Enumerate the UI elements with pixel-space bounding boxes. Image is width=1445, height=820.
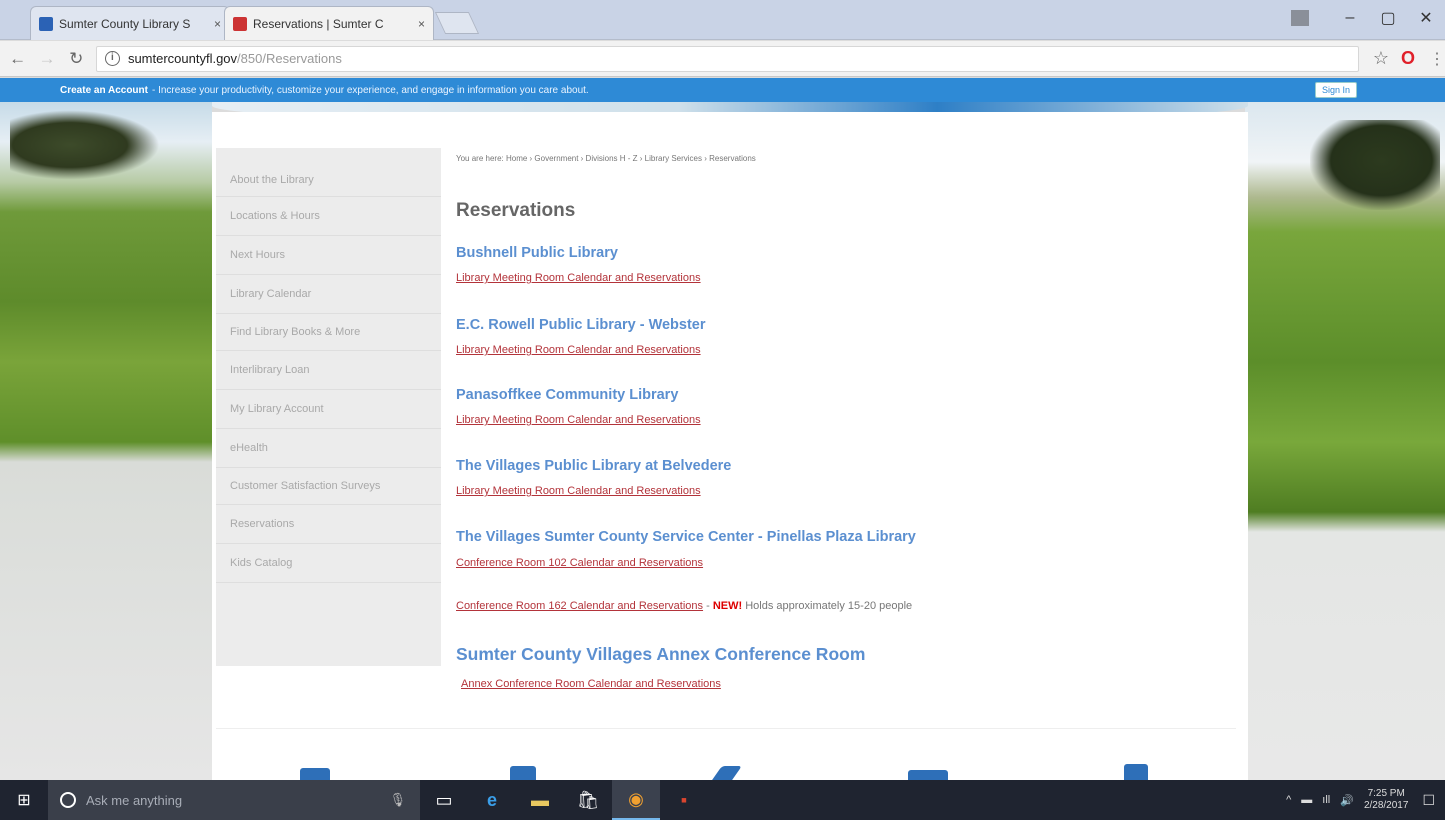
page-title: Reservations (456, 200, 576, 221)
ec-rowell-reservations-link[interactable]: Library Meeting Room Calendar and Reserv… (456, 344, 701, 356)
sidebar-item-ehealth[interactable]: eHealth (216, 429, 441, 468)
url-text: sumtercountyfl.gov/850/Reservations (127, 51, 342, 66)
file-explorer-icon[interactable]: ▬ (516, 780, 564, 820)
browser-toolbar: ← → ↻ i sumtercountyfl.gov/850/Reservati… (0, 41, 1445, 77)
site-info-icon[interactable]: i (104, 51, 120, 66)
windows-start-icon[interactable]: ⊞ (0, 790, 48, 810)
belvedere-reservations-link[interactable]: Library Meeting Room Calendar and Reserv… (456, 485, 701, 497)
annex-reservations-link[interactable]: Annex Conference Room Calendar and Reser… (461, 678, 721, 690)
tab-reservations[interactable]: Reservations | Sumter C × (224, 6, 434, 40)
close-tab-icon[interactable]: × (214, 17, 221, 31)
breadcrumb[interactable]: You are here: Home › Government › Divisi… (456, 154, 756, 163)
reload-icon[interactable]: ↻ (65, 49, 88, 69)
conference-room-162-link[interactable]: Conference Room 162 Calendar and Reserva… (456, 600, 703, 612)
store-icon[interactable]: 🛍 (564, 780, 612, 820)
conference-room-162-row: Conference Room 162 Calendar and Reserva… (456, 600, 912, 612)
new-badge: NEW! (712, 600, 743, 612)
screen: Sumter County Library S × Reservations |… (0, 0, 1445, 820)
new-tab-button[interactable] (434, 12, 480, 34)
footer-icon[interactable] (1124, 764, 1148, 780)
notifications-icon[interactable]: ☐ (1422, 792, 1435, 809)
library-side-nav: About the Library Locations & Hours Next… (216, 148, 441, 666)
browser-menu-icon[interactable]: ⋮ (1429, 49, 1445, 69)
sidebar-item-library-calendar[interactable]: Library Calendar (216, 275, 441, 314)
microphone-icon[interactable]: 🎙 (389, 792, 406, 808)
battery-icon[interactable]: ▬ (1301, 794, 1312, 806)
sidebar-item-library-account[interactable]: My Library Account (216, 390, 441, 429)
site-account-banner: Create an Account - Increase your produc… (0, 78, 1445, 102)
windows-taskbar: ⊞ Ask me anything 🎙 ▭ e ▬ 🛍 ◉ ▪ ^ ▬ ıll … (0, 780, 1445, 820)
library-name-villages-belvedere: The Villages Public Library at Belvedere (456, 458, 732, 474)
volume-icon[interactable]: 🔊 (1340, 794, 1354, 807)
library-name-pinellas-plaza: The Villages Sumter County Service Cente… (456, 529, 916, 545)
main-content: About the Library Locations & Hours Next… (212, 112, 1248, 780)
system-tray: ^ ▬ ıll 🔊 7:25 PM 2/28/2017 ☐ (1286, 788, 1445, 812)
chevron-up-icon[interactable]: ^ (1286, 794, 1291, 806)
conference-room-102-link[interactable]: Conference Room 102 Calendar and Reserva… (456, 557, 703, 569)
search-placeholder: Ask me anything (86, 792, 183, 808)
panasoffkee-reservations-link[interactable]: Library Meeting Room Calendar and Reserv… (456, 414, 701, 426)
clock-time: 7:25 PM (1367, 788, 1405, 799)
footer-icon[interactable] (908, 770, 948, 780)
sidebar-item-kids-catalog[interactable]: Kids Catalog (216, 544, 441, 583)
cortana-icon (60, 792, 76, 808)
minimize-icon[interactable]: – (1331, 9, 1369, 27)
forward-arrow-icon[interactable]: → (35, 49, 58, 69)
close-window-icon[interactable]: ✕ (1407, 8, 1445, 28)
clock[interactable]: 7:25 PM 2/28/2017 (1364, 788, 1409, 812)
footer-icon[interactable] (712, 766, 742, 780)
tab-title: Sumter County Library S (59, 16, 191, 31)
sidebar-item-reservations[interactable]: Reservations (216, 505, 441, 544)
chrome-icon[interactable]: ◉ (612, 780, 660, 820)
cortana-search-box[interactable]: Ask me anything 🎙 (48, 780, 420, 820)
sidebar-item-locations-hours[interactable]: Locations & Hours (216, 197, 441, 236)
library-name-bushnell: Bushnell Public Library (456, 245, 618, 261)
network-icon[interactable]: ıll (1322, 794, 1330, 806)
bookmark-star-icon[interactable]: ☆ (1373, 48, 1389, 69)
sidebar-item-find-books[interactable]: Find Library Books & More (216, 314, 441, 351)
browser-tab-strip: Sumter County Library S × Reservations |… (0, 0, 1445, 40)
capacity-note: Holds approximately 15-20 people (742, 600, 913, 612)
sidebar-item-about-library[interactable]: About the Library (216, 148, 441, 197)
back-arrow-icon[interactable]: ← (6, 49, 29, 69)
sidebar-item-interlibrary-loan[interactable]: Interlibrary Loan (216, 351, 441, 390)
close-tab-icon[interactable]: × (418, 17, 425, 31)
bushnell-reservations-link[interactable]: Library Meeting Room Calendar and Reserv… (456, 272, 701, 284)
sign-in-button[interactable]: Sign In (1314, 82, 1357, 98)
footer-icon[interactable] (510, 766, 536, 780)
sidebar-item-next-hours[interactable]: Next Hours (216, 236, 441, 275)
footer-icon[interactable] (300, 768, 330, 780)
window-controls: – ▢ ✕ (1291, 0, 1445, 36)
tree-image-right (1310, 120, 1440, 210)
sumter-logo-favicon-icon (233, 16, 247, 31)
tree-image-left (10, 110, 160, 180)
powerpoint-icon[interactable]: ▪ (660, 780, 708, 820)
clock-date: 2/28/2017 (1363, 800, 1409, 811)
tab-title: Reservations | Sumter C (253, 16, 384, 31)
separator-dash: - (703, 600, 713, 612)
annex-conference-room-title: Sumter County Villages Annex Conference … (456, 644, 866, 664)
library-name-panasoffkee: Panasoffkee Community Library (456, 387, 679, 403)
edge-browser-icon[interactable]: e (468, 780, 516, 820)
opera-extension-icon[interactable]: O (1401, 48, 1415, 69)
maximize-icon[interactable]: ▢ (1369, 8, 1407, 28)
create-account-link[interactable]: Create an Account (60, 85, 148, 96)
task-view-icon[interactable]: ▭ (420, 780, 468, 820)
content-divider (216, 728, 1236, 729)
sidebar-item-customer-surveys[interactable]: Customer Satisfaction Surveys (216, 468, 441, 505)
user-profile-icon[interactable] (1291, 10, 1309, 26)
account-banner-message: - Increase your productivity, customize … (151, 84, 589, 96)
tab-sumter-library[interactable]: Sumter County Library S × (30, 6, 230, 40)
field-background-left (0, 102, 212, 782)
address-bar[interactable]: i sumtercountyfl.gov/850/Reservations (95, 45, 1359, 72)
sumter-favicon-icon (39, 16, 53, 31)
library-name-ec-rowell: E.C. Rowell Public Library - Webster (456, 317, 706, 333)
